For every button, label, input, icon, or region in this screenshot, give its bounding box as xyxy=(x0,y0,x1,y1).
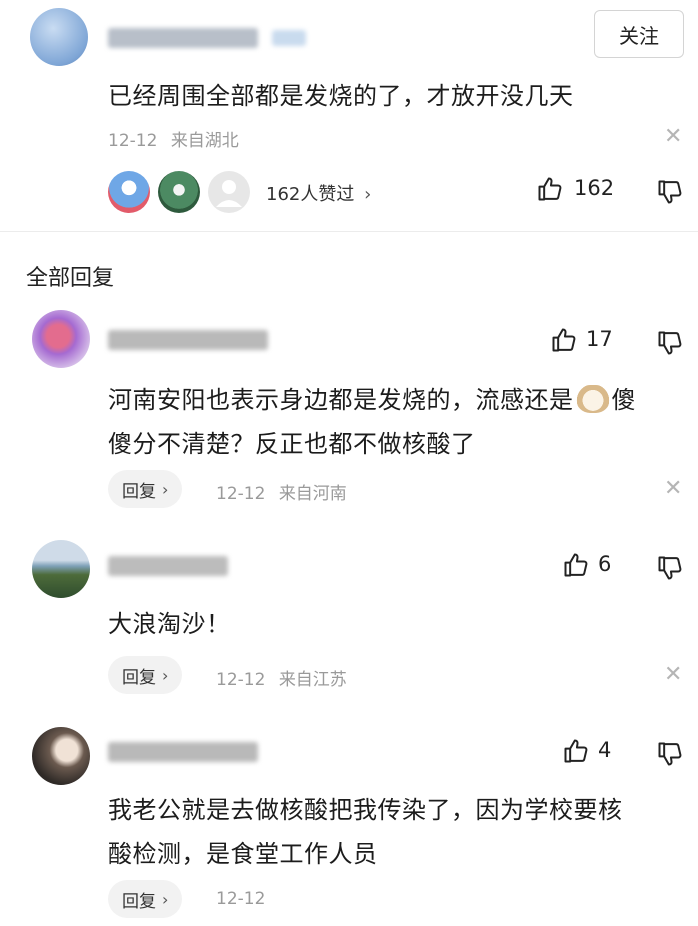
likers-count-text: 162人赞过 xyxy=(266,184,355,205)
like-count: 162 xyxy=(574,176,615,200)
comment-location: 来自河南 xyxy=(278,484,347,504)
comment-location: 来自江苏 xyxy=(278,670,347,690)
chevron-right-icon: › xyxy=(364,184,372,205)
avatar[interactable] xyxy=(32,540,90,598)
like-count: 6 xyxy=(598,552,612,576)
chevron-right-icon: › xyxy=(162,889,169,909)
thumbs-up-icon[interactable] xyxy=(550,326,578,354)
comment-date: 12-12 xyxy=(216,484,266,504)
liker-avatar[interactable] xyxy=(158,171,200,213)
user-badge-blurred xyxy=(272,30,306,46)
comment-text-line: 傻分不清楚？反正也都不做核酸了 xyxy=(108,430,476,458)
divider xyxy=(0,231,698,232)
comment-text: 大浪淘沙！ xyxy=(108,602,231,646)
comment-text: 已经周围全部都是发烧的了，才放开没几天 xyxy=(108,82,574,110)
avatar[interactable] xyxy=(32,727,90,785)
like-count: 4 xyxy=(598,738,612,762)
liker-avatar-default[interactable] xyxy=(208,171,250,213)
comment-meta: 12-12 来自河南 xyxy=(216,479,347,504)
thumbs-down-icon[interactable] xyxy=(656,178,684,206)
reply-button[interactable]: 回复 › xyxy=(108,656,183,694)
chevron-right-icon: › xyxy=(162,665,169,685)
comment-meta: 12-12 来自江苏 xyxy=(216,665,347,690)
close-icon[interactable]: ✕ xyxy=(664,126,682,148)
comment-meta: 12-12 xyxy=(216,889,265,909)
like-count: 17 xyxy=(586,327,613,351)
comment-meta: 12-12 来自湖北 xyxy=(108,126,239,151)
follow-button[interactable]: 关注 xyxy=(594,10,684,58)
section-title: 全部回复 xyxy=(26,266,115,291)
thumbs-up-icon[interactable] xyxy=(536,175,564,203)
comment-text-line: 大浪淘沙！ xyxy=(108,610,231,638)
avatar[interactable] xyxy=(30,8,88,66)
comment-text: 河南安阳也表示身边都是发烧的，流感还是 傻 傻分不清楚？反正也都不做核酸了 xyxy=(108,378,636,466)
reply-label: 回复 xyxy=(122,891,156,912)
thumbs-down-icon[interactable] xyxy=(656,740,684,768)
close-icon[interactable]: ✕ xyxy=(664,664,682,686)
comment-text-line: 河南安阳也表示身边都是发烧的，流感还是 xyxy=(108,386,574,414)
username-blurred[interactable] xyxy=(108,556,228,576)
default-avatar-icon xyxy=(216,180,242,207)
follow-label: 关注 xyxy=(619,23,659,48)
comment-date: 12-12 xyxy=(216,889,266,909)
chevron-right-icon: › xyxy=(162,479,169,499)
liker-avatar[interactable] xyxy=(108,171,150,213)
username-blurred[interactable] xyxy=(108,330,268,350)
thumbs-up-icon[interactable] xyxy=(562,551,590,579)
username-blurred[interactable] xyxy=(108,28,258,48)
comment-date: 12-12 xyxy=(108,131,158,151)
comment-location: 来自湖北 xyxy=(170,131,239,151)
close-icon[interactable]: ✕ xyxy=(664,478,682,500)
thumbs-up-icon[interactable] xyxy=(562,737,590,765)
comment-text-line: 傻 xyxy=(611,386,636,414)
thumbs-down-icon[interactable] xyxy=(656,554,684,582)
reply-button[interactable]: 回复 › xyxy=(108,880,183,918)
avatar[interactable] xyxy=(32,310,90,368)
reply-label: 回复 xyxy=(122,481,156,502)
comment-text-line: 我老公就是去做核酸把我传染了，因为学校要核 xyxy=(108,796,623,824)
comment-text-line: 酸检测，是食堂工作人员 xyxy=(108,840,378,868)
likers-link[interactable]: 162人赞过 › xyxy=(266,180,371,206)
comment-date: 12-12 xyxy=(216,670,266,690)
thumbs-down-icon[interactable] xyxy=(656,329,684,357)
sheep-emoji-icon xyxy=(575,385,610,413)
comment-text: 我老公就是去做核酸把我传染了，因为学校要核 酸检测，是食堂工作人员 xyxy=(108,788,623,876)
reply-button[interactable]: 回复 › xyxy=(108,470,183,508)
reply-label: 回复 xyxy=(122,667,156,688)
username-blurred[interactable] xyxy=(108,742,258,762)
